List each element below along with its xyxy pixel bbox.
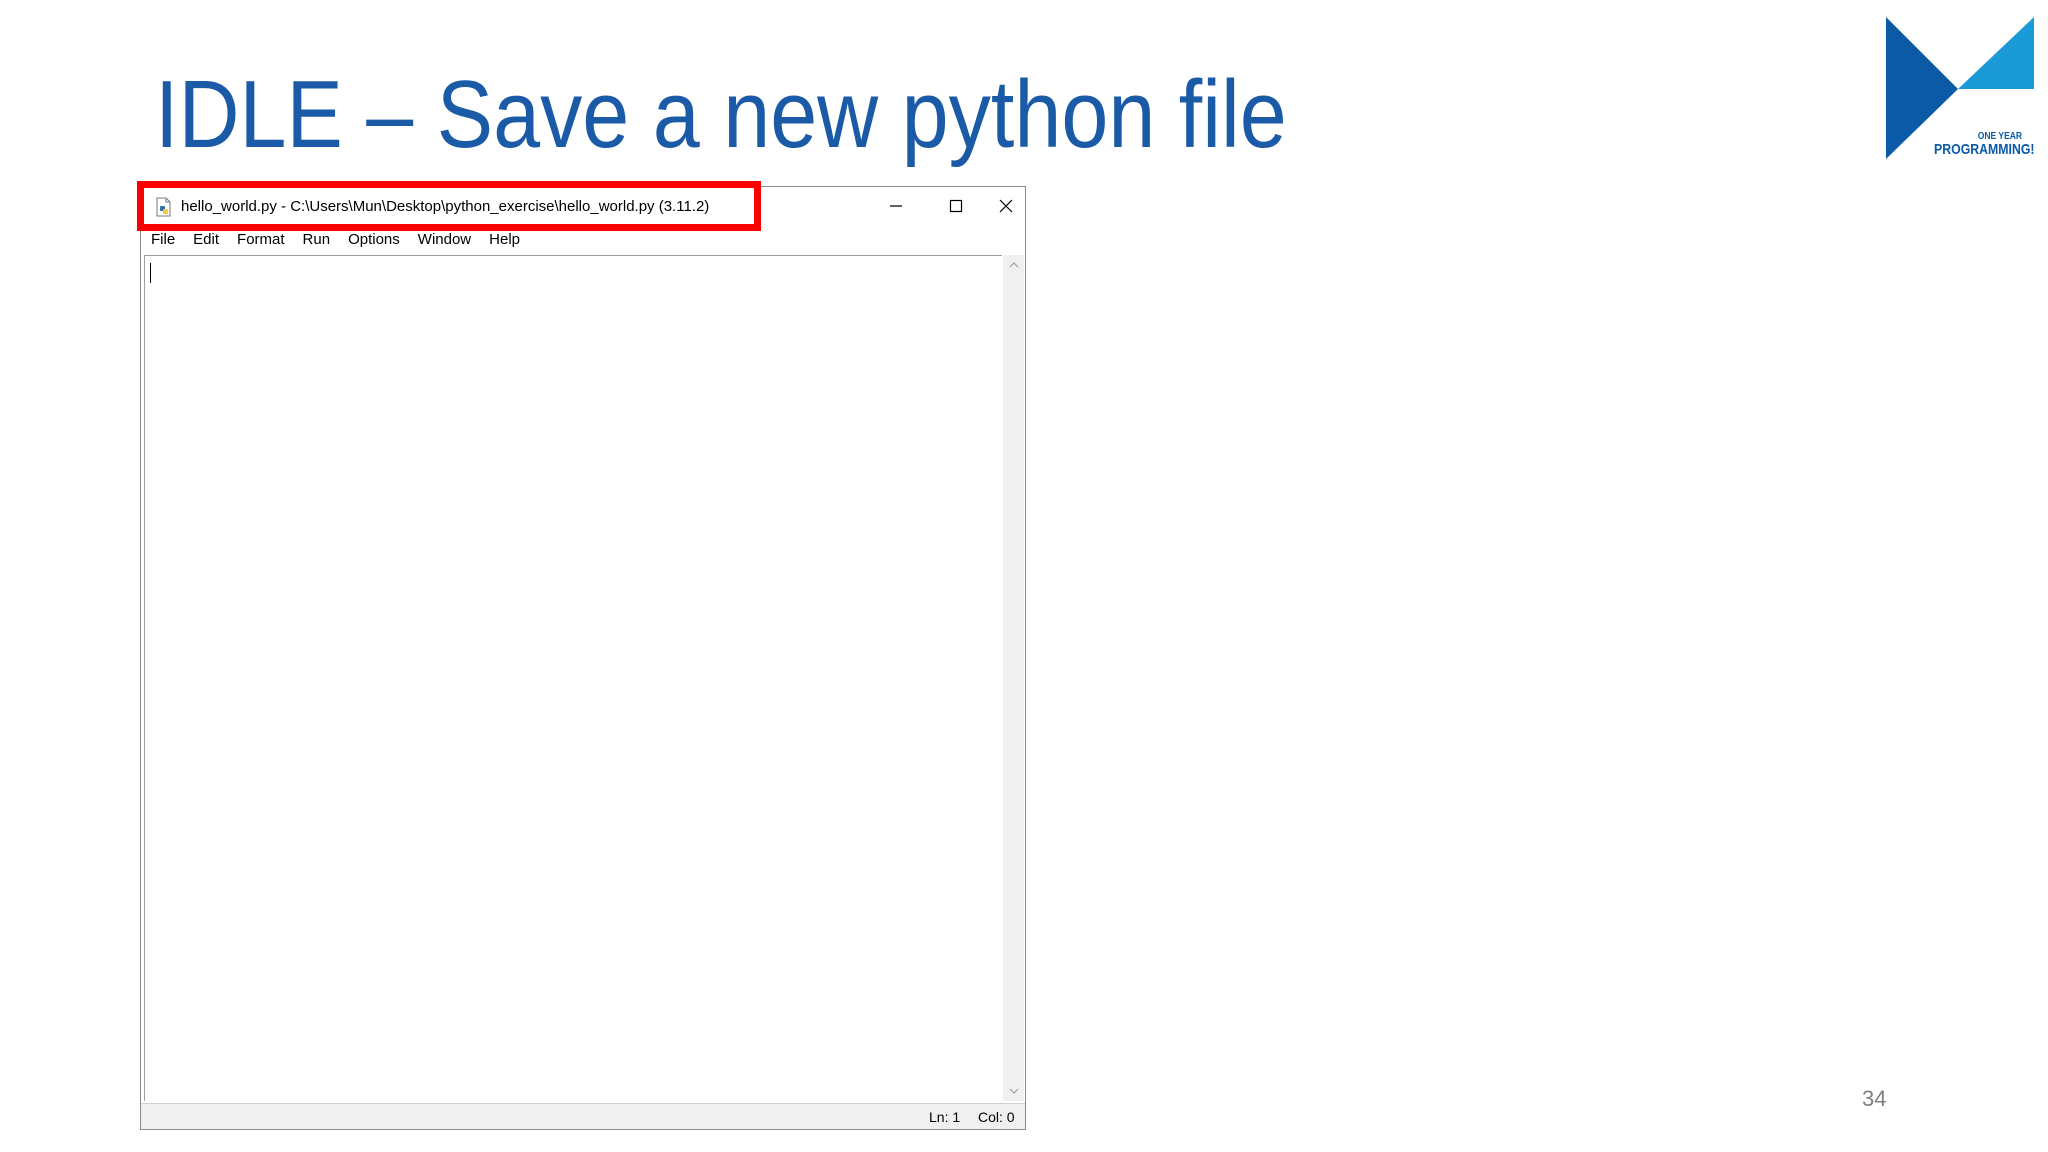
menu-help[interactable]: Help xyxy=(489,231,520,248)
menu-options[interactable]: Options xyxy=(348,231,400,248)
close-button[interactable] xyxy=(986,187,1026,225)
python-file-icon xyxy=(154,197,174,217)
scroll-down-button[interactable] xyxy=(1003,1081,1024,1101)
maximize-icon xyxy=(949,199,963,213)
chevron-up-icon xyxy=(1009,262,1018,268)
status-line-number: Ln: 1 xyxy=(929,1109,961,1125)
chevron-down-icon xyxy=(1009,1088,1018,1094)
window-titlebar[interactable]: hello_world.py - C:\Users\Mun\Desktop\py… xyxy=(141,187,1025,225)
code-editor[interactable] xyxy=(144,255,1002,1101)
text-cursor xyxy=(150,263,151,283)
idle-editor-window: hello_world.py - C:\Users\Mun\Desktop\py… xyxy=(140,186,1026,1130)
menu-file[interactable]: File xyxy=(151,231,175,248)
one-year-programming-logo: ONE YEAR PROGRAMMING! xyxy=(1886,17,2034,165)
menu-bar: File Edit Format Run Options Window Help xyxy=(141,225,1025,253)
minimize-icon xyxy=(890,205,902,207)
menu-window[interactable]: Window xyxy=(418,231,471,248)
menu-edit[interactable]: Edit xyxy=(193,231,219,248)
slide-title: IDLE – Save a new python file xyxy=(155,61,1287,168)
scroll-up-button[interactable] xyxy=(1003,255,1024,275)
vertical-scrollbar[interactable] xyxy=(1003,255,1024,1101)
close-icon xyxy=(999,199,1013,213)
page-number: 34 xyxy=(1862,1086,1887,1111)
window-title: hello_world.py - C:\Users\Mun\Desktop\py… xyxy=(181,198,710,215)
menu-run[interactable]: Run xyxy=(303,231,331,248)
minimize-button[interactable] xyxy=(866,187,926,225)
logo-big-text: PROGRAMMING! xyxy=(1933,141,2034,158)
maximize-button[interactable] xyxy=(926,187,986,225)
status-column-number: Col: 0 xyxy=(978,1109,1015,1125)
status-bar: Ln: 1 Col: 0 xyxy=(141,1103,1025,1129)
menu-format[interactable]: Format xyxy=(237,231,285,248)
